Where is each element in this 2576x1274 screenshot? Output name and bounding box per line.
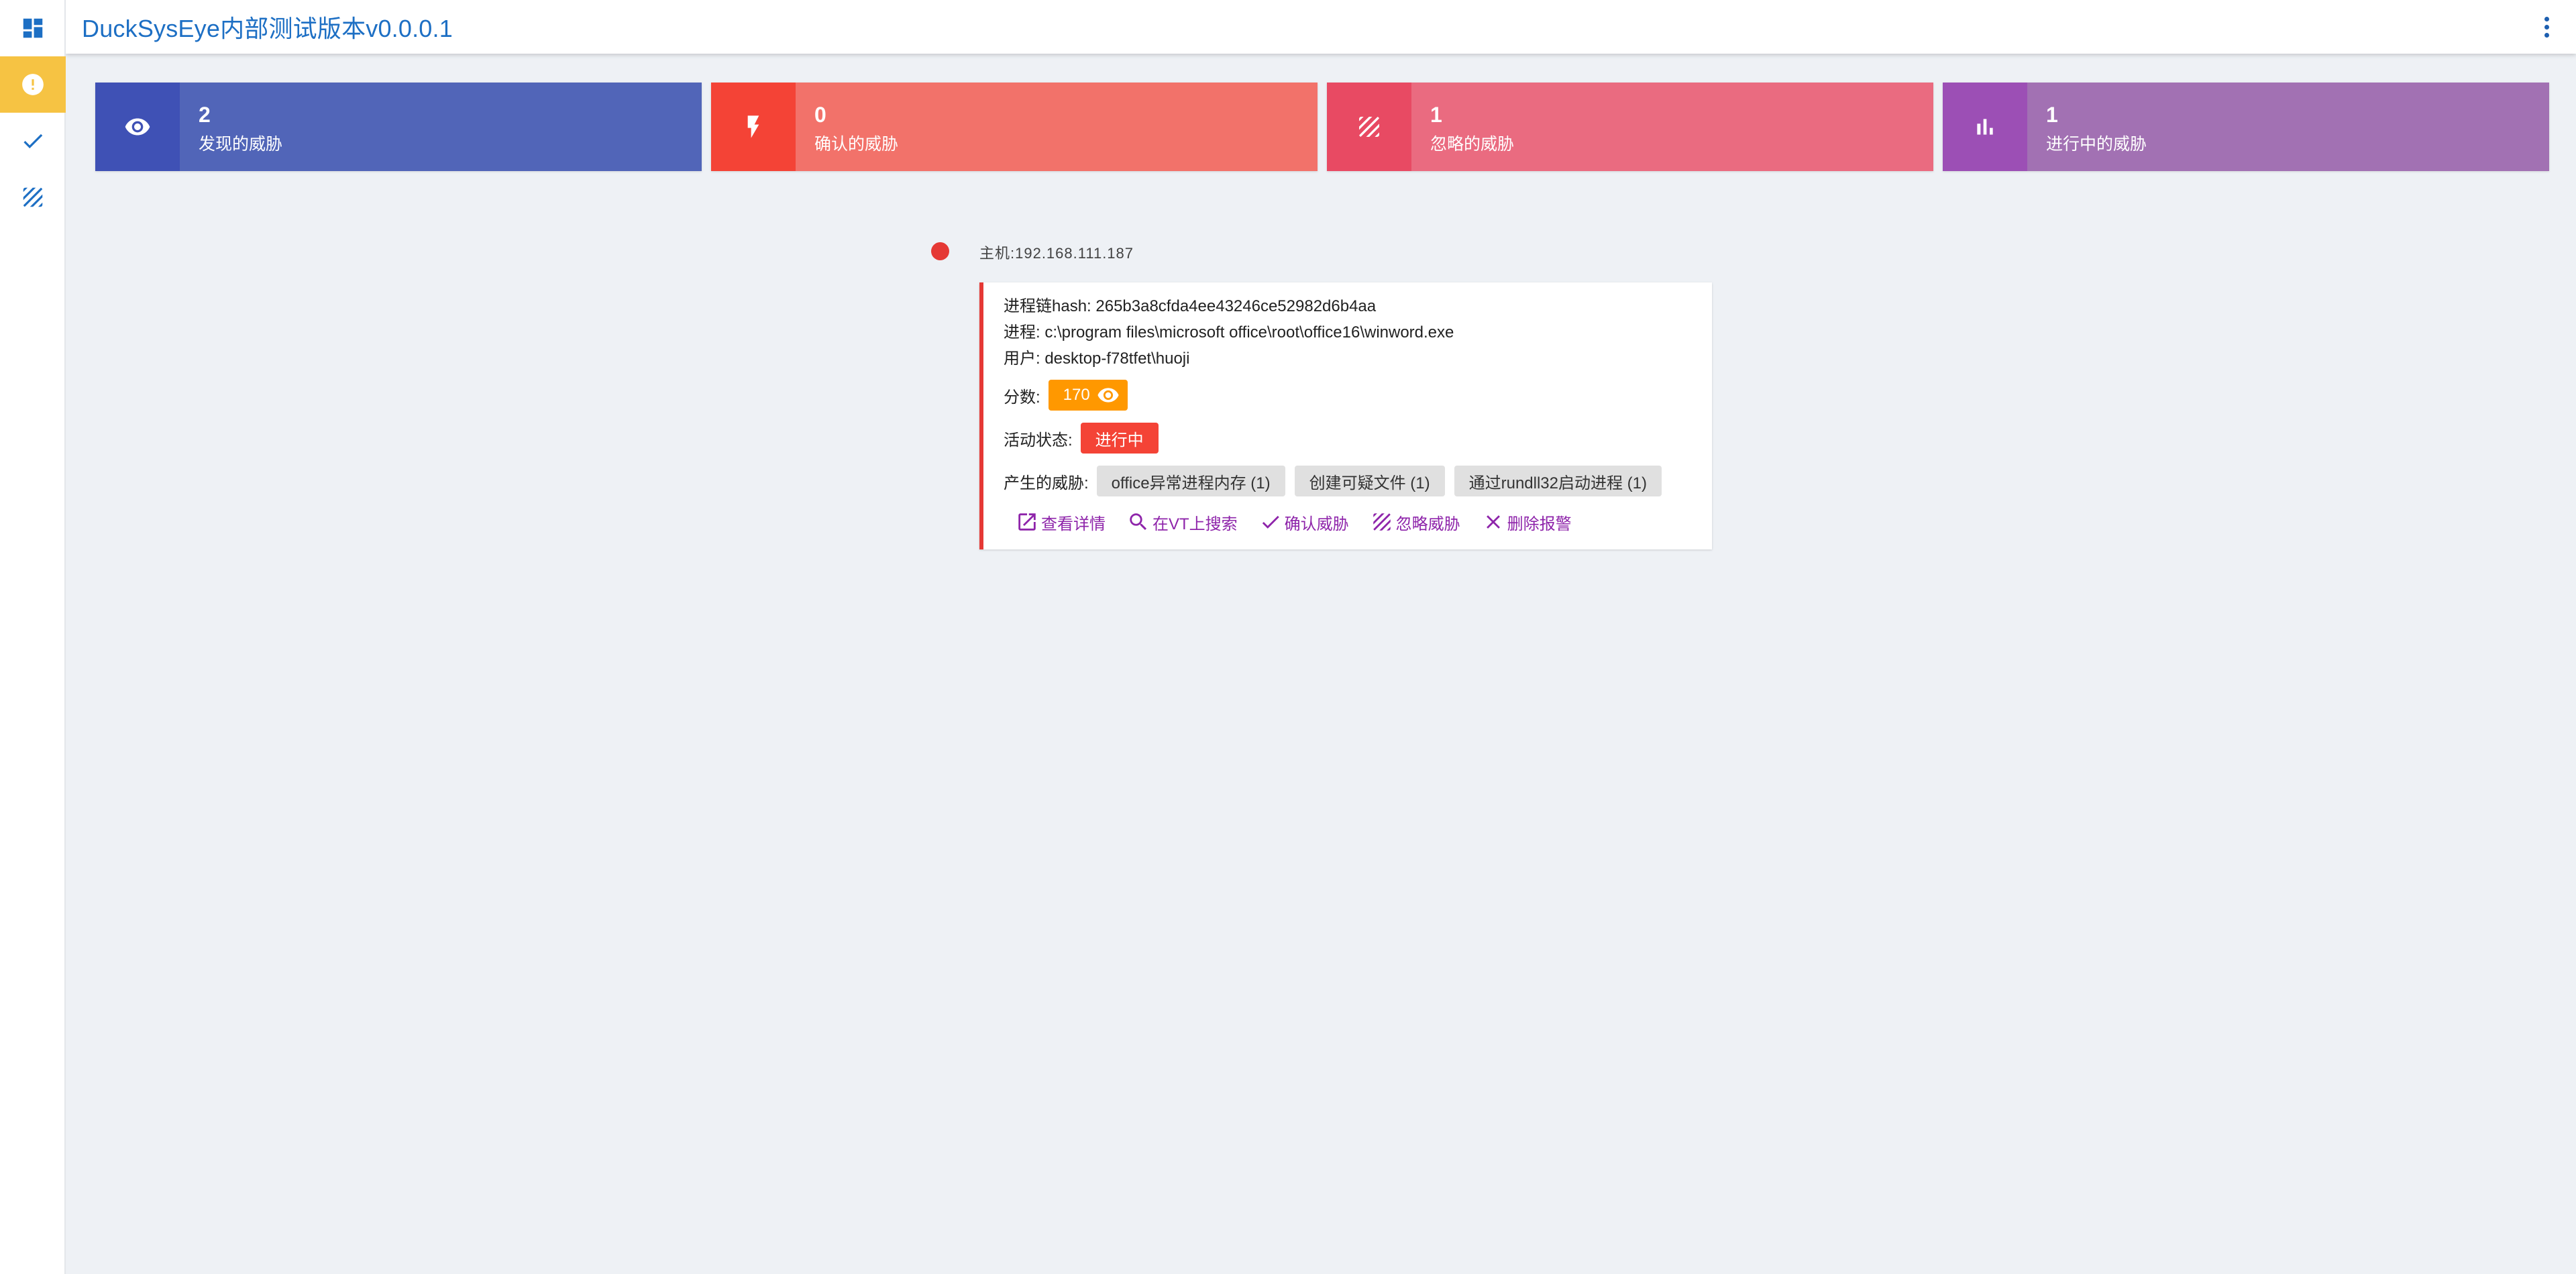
bar-chart-icon xyxy=(1977,119,1993,135)
process-path: 进程: c:\program files\microsoft office\ro… xyxy=(1004,323,1454,341)
striped-ignore-icon xyxy=(23,187,43,207)
threat-chip[interactable]: office异常进程内存 (1) xyxy=(1096,466,1285,496)
flash-icon xyxy=(747,115,759,138)
striped-ignore-icon xyxy=(1373,513,1391,531)
stat-card-confirmed[interactable]: 0 确认的威胁 xyxy=(711,83,1318,171)
stat-count: 1 xyxy=(1430,103,1442,127)
threat-card: 进程链hash: 265b3a8cfda4ee43246ce52982d6b4a… xyxy=(979,282,1712,549)
state-row: 活动状态: 进行中 xyxy=(1004,419,1712,458)
stat-card-ignored[interactable]: 1 忽略的威胁 xyxy=(1327,83,1933,171)
stat-count: 1 xyxy=(2046,103,2058,127)
score-label: 分数: xyxy=(1004,388,1040,407)
top-app-bar: DuckSysEye内部测试版本v0.0.0.1 xyxy=(66,0,2576,54)
card-actions: 查看详情 在VT上搜索 确认威胁 忽略威胁 删除报警 xyxy=(1016,503,1712,541)
close-icon xyxy=(1486,515,1500,529)
open-in-new-icon xyxy=(1018,513,1036,531)
host-label: 主机:192.168.111.187 xyxy=(979,245,1134,262)
threat-chip[interactable]: 通过rundll32启动进程 (1) xyxy=(1454,466,1662,496)
stat-label: 确认的威胁 xyxy=(814,135,899,154)
user-line: 用户: desktop-f78tfet\huoji xyxy=(1004,350,1190,368)
stat-count: 2 xyxy=(199,103,211,127)
stat-count: 0 xyxy=(814,103,826,127)
threat-chip[interactable]: 创建可疑文件 (1) xyxy=(1294,466,1445,496)
delete-alert-button[interactable]: 删除报警 xyxy=(1482,511,1572,534)
sidebar-item-ignored[interactable] xyxy=(0,169,66,225)
stat-card-in-progress[interactable]: 1 进行中的威胁 xyxy=(1943,83,2549,171)
score-row: 分数: 170 xyxy=(1004,376,1712,415)
more-vert-icon xyxy=(2544,16,2549,21)
stats-row: 2 发现的威胁 0 确认的威胁 1 忽略的威胁 1 进行中的威胁 xyxy=(95,83,2549,171)
app-title: DuckSysEye内部测试版本v0.0.0.1 xyxy=(82,15,453,42)
threats-row: 产生的威胁: office异常进程内存 (1) 创建可疑文件 (1) 通过run… xyxy=(1004,462,1712,500)
sidebar-item-dashboard[interactable] xyxy=(0,0,66,56)
stat-label: 进行中的威胁 xyxy=(2046,135,2147,154)
search-icon xyxy=(1130,513,1147,531)
score-value: 170 xyxy=(1063,386,1090,404)
stat-card-found[interactable]: 2 发现的威胁 xyxy=(95,83,702,171)
state-badge: 进行中 xyxy=(1080,423,1159,454)
score-badge[interactable]: 170 xyxy=(1048,380,1128,411)
view-details-button[interactable]: 查看详情 xyxy=(1016,511,1106,534)
state-label: 活动状态: xyxy=(1004,431,1073,449)
process-chain-hash: 进程链hash: 265b3a8cfda4ee43246ce52982d6b4a… xyxy=(1004,297,1377,315)
stat-label: 忽略的威胁 xyxy=(1430,135,1515,154)
more-menu-button[interactable] xyxy=(2540,12,2553,42)
sidebar xyxy=(0,0,66,1274)
sidebar-item-confirmed[interactable] xyxy=(0,113,66,169)
check-icon xyxy=(23,134,43,149)
check-icon xyxy=(1262,515,1279,529)
alert-icon xyxy=(22,74,44,95)
stat-label: 发现的威胁 xyxy=(199,135,283,154)
search-vt-button[interactable]: 在VT上搜索 xyxy=(1127,511,1238,534)
ignore-threat-button[interactable]: 忽略威胁 xyxy=(1371,511,1460,534)
dashboard-icon xyxy=(23,18,43,38)
eye-icon xyxy=(1097,388,1119,403)
confirm-threat-button[interactable]: 确认威胁 xyxy=(1259,511,1349,534)
threats-label: 产生的威胁: xyxy=(1004,474,1089,492)
sidebar-item-alerts[interactable] xyxy=(0,56,66,113)
eye-icon xyxy=(125,118,150,136)
striped-ignore-icon xyxy=(1359,117,1379,137)
timeline-dot xyxy=(931,242,949,260)
